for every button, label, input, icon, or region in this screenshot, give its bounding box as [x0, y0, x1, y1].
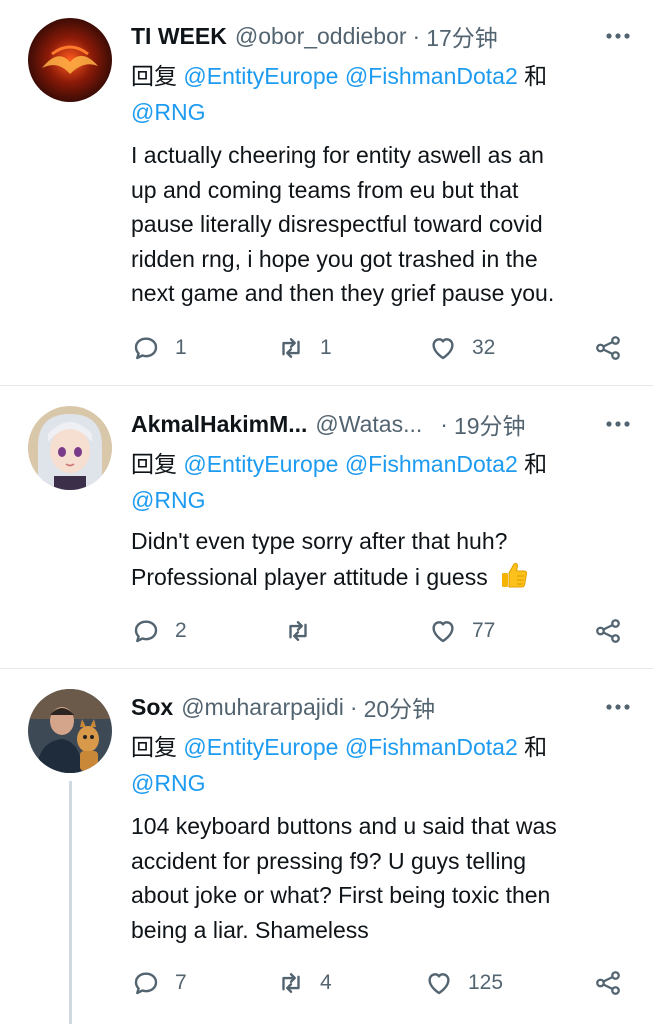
text-line: being a liar. Shameless [131, 916, 369, 943]
like-count: 77 [472, 619, 496, 642]
heart-icon [432, 338, 454, 360]
like-count: 32 [472, 336, 496, 359]
reply-button[interactable]: 2 [131, 613, 187, 649]
share-icon [596, 971, 620, 995]
mention-link[interactable]: @EntityEurope [183, 451, 338, 477]
reply-bubble-icon [134, 337, 158, 360]
mention-link[interactable]: @FishmanDota2 [345, 734, 518, 760]
tweet-1[interactable]: TI WEEK @obor_oddiebor · 17分钟 回复 @Entity… [0, 0, 653, 385]
tweet-header: AkmalHakimM... @Watas... · 19分钟 [131, 408, 633, 440]
tweet-header: TI WEEK @obor_oddiebor · 17分钟 [131, 20, 633, 52]
display-name[interactable]: AkmalHakimM... [131, 411, 307, 438]
tweet-header: Sox @muhararpajidi · 20分钟 [131, 691, 633, 723]
reply-count: 7 [175, 971, 187, 994]
text-line: Professional player attitude i guess [131, 559, 631, 595]
heart-icon [432, 621, 454, 643]
action-bar: 2 77 [131, 613, 631, 649]
user-handle[interactable]: @Watas... [315, 411, 422, 438]
timestamp[interactable]: 20分钟 [364, 690, 436, 724]
tweet-3[interactable]: Sox @muhararpajidi · 20分钟 回复 @EntityEuro… [0, 669, 653, 1024]
text-line: accident for pressing f9? U guys telling [131, 847, 527, 874]
text-line: up and coming teams from eu but that [131, 176, 519, 203]
reply-context: 回复 @EntityEurope @FishmanDota2 和 @RNG [131, 729, 631, 801]
text-line: I actually cheering for entity aswell as… [131, 142, 544, 168]
reply-context: 回复 @EntityEurope @FishmanDota2 和 @RNG [131, 446, 631, 518]
text-line: pause literally disrespectful toward cov… [131, 211, 543, 237]
separator-dot: · [412, 22, 421, 49]
retweet-icon [282, 338, 300, 358]
display-name[interactable]: TI WEEK [131, 23, 227, 50]
reply-bubble-icon [134, 972, 158, 995]
avatar-image [28, 689, 112, 773]
retweet-icon [289, 621, 307, 641]
tweet-text: 104 keyboard buttons and u said that was… [131, 809, 631, 947]
like-button[interactable]: 77 [428, 613, 495, 649]
retweet-count: 4 [320, 971, 332, 994]
text-line: next game and then they grief pause you. [131, 280, 555, 306]
reply-and: 和 [524, 451, 548, 477]
mention-link[interactable]: @RNG [131, 770, 205, 796]
share-icon [596, 336, 620, 360]
text-line: ridden rng, i hope you got trashed in th… [131, 245, 538, 272]
like-button[interactable]: 32 [428, 330, 495, 366]
avatar[interactable] [28, 689, 112, 773]
reply-count: 1 [175, 336, 187, 359]
like-button[interactable]: 125 [424, 965, 503, 1001]
action-bar: 1 1 32 [131, 330, 631, 366]
more-dots-icon[interactable] [603, 691, 633, 723]
reply-button[interactable]: 7 [131, 965, 187, 1001]
avatar-image [28, 18, 112, 102]
avatar[interactable] [28, 18, 112, 102]
reply-and: 和 [524, 63, 548, 89]
share-button[interactable] [593, 613, 623, 649]
retweet-icon [282, 973, 300, 993]
mention-link[interactable]: @EntityEurope [183, 734, 338, 760]
text-line: 104 keyboard buttons and u said that was [131, 813, 557, 839]
mention-link[interactable]: @EntityEurope [183, 63, 338, 89]
share-button[interactable] [593, 330, 623, 366]
text-line-content: Professional player attitude i guess [131, 563, 488, 590]
user-handle[interactable]: @muhararpajidi [181, 694, 344, 721]
tweet-text: I actually cheering for entity aswell as… [131, 138, 631, 311]
separator-dot: · [349, 693, 358, 720]
avatar[interactable] [28, 406, 112, 490]
retweet-button[interactable]: 4 [276, 965, 332, 1001]
heart-icon [428, 973, 450, 995]
text-line: Didn't even type sorry after that huh? [131, 528, 508, 554]
reply-context: 回复 @EntityEurope @FishmanDota2 和 @RNG [131, 58, 631, 130]
text-line: about joke or what? First being toxic th… [131, 882, 551, 908]
timestamp[interactable]: 17分钟 [426, 19, 498, 53]
reply-bubble-icon [134, 620, 158, 643]
display-name[interactable]: Sox [131, 694, 173, 721]
tweet-text: Didn't even type sorry after that huh? P… [131, 524, 631, 594]
thumbs-up-icon [502, 562, 528, 587]
action-bar: 7 4 125 [131, 965, 631, 1001]
mention-link[interactable]: @FishmanDota2 [345, 451, 518, 477]
reply-prefix: 回复 [131, 734, 177, 760]
share-icon [596, 619, 620, 643]
separator-dot: · [440, 410, 448, 437]
timestamp[interactable]: 19分钟 [454, 407, 526, 441]
more-dots-icon[interactable] [603, 408, 633, 440]
reply-and: 和 [524, 734, 548, 760]
reply-prefix: 回复 [131, 63, 177, 89]
reply-button[interactable]: 1 [131, 330, 187, 366]
thread-line [69, 781, 72, 1024]
user-handle[interactable]: @obor_oddiebor [235, 23, 407, 50]
retweet-count: 1 [320, 336, 332, 359]
more-dots-icon[interactable] [603, 20, 633, 52]
avatar-image [28, 406, 112, 490]
tweet-2[interactable]: AkmalHakimM... @Watas... · 19分钟 回复 @Enti… [0, 386, 653, 668]
mention-link[interactable]: @RNG [131, 99, 205, 125]
retweet-button[interactable]: 1 [276, 330, 332, 366]
mention-link[interactable]: @FishmanDota2 [345, 63, 518, 89]
like-count: 125 [468, 971, 504, 994]
retweet-button[interactable] [283, 613, 327, 649]
reply-count: 2 [175, 619, 187, 642]
mention-link[interactable]: @RNG [131, 487, 205, 513]
share-button[interactable] [593, 965, 623, 1001]
reply-prefix: 回复 [131, 451, 177, 477]
